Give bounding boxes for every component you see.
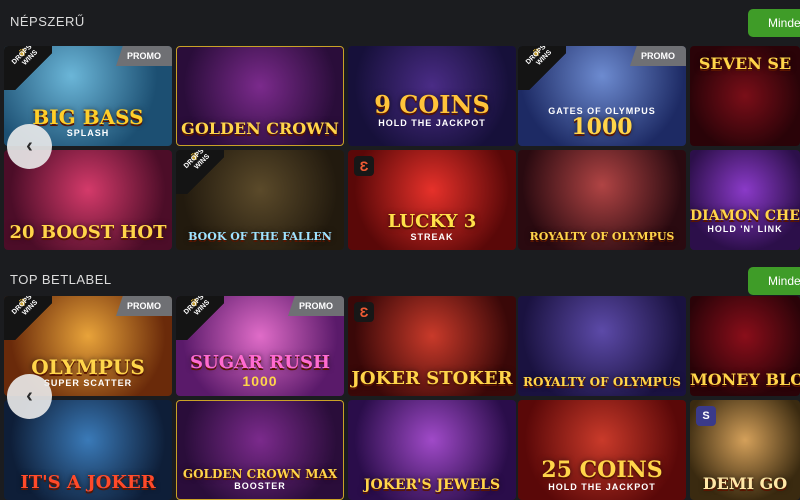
game-tile[interactable]: GOLDEN CROWN MAX BOOSTER (176, 400, 344, 500)
game-tile[interactable]: JOKER'S JEWELS (348, 400, 516, 500)
game-title-art: JOKER'S JEWELS (363, 477, 501, 493)
game-title-art: MONEY BLOXX (690, 370, 800, 389)
game-title-art: ROYALTY OF OLYMPUS (523, 375, 681, 389)
section-header-popular: NÉPSZERŰ Minden (0, 0, 800, 44)
game-tile[interactable]: GOLDEN CROWN (176, 46, 344, 146)
drops-wins-badge: ♛ DROPS & WINS (176, 296, 224, 340)
game-title-art: SEVEN SE (698, 54, 792, 73)
game-title-art: 25 COINS HOLD THE JACKPOT (541, 457, 663, 492)
game-tile[interactable]: Ɛ JOKER STOKER (348, 296, 516, 396)
game-tile[interactable]: MONEY BLOXX (690, 296, 800, 396)
promo-badge: PROMO (116, 46, 172, 66)
game-tile[interactable]: SEVEN SE (690, 46, 800, 146)
prev-arrow-icon[interactable]: ‹ (7, 374, 52, 419)
game-title-art: GOLDEN CROWN MAX BOOSTER (182, 467, 338, 491)
game-tile[interactable]: ROYALTY OF OLYMPUS (518, 150, 686, 250)
prev-arrow-icon[interactable]: ‹ (7, 124, 52, 169)
game-tile[interactable]: 25 COINS HOLD THE JACKPOT (518, 400, 686, 500)
game-tile[interactable]: S DEMI GO (690, 400, 800, 500)
drops-wins-badge: ♛ DROPS & WINS (4, 46, 52, 90)
section-title: TOP BETLABEL (10, 272, 112, 287)
game-title-art: SUGAR RUSH 1000 (190, 352, 330, 389)
game-tile[interactable]: Ɛ LUCKY 3 STREAK (348, 150, 516, 250)
section-title: NÉPSZERŰ (10, 14, 85, 29)
drops-wins-badge: ♛ DROPS & WINS (176, 150, 224, 194)
game-title-art: IT'S A JOKER (20, 472, 156, 493)
promo-badge: PROMO (630, 46, 686, 66)
game-tile[interactable]: ♛ DROPS & WINS PROMO SUGAR RUSH 1000 (176, 296, 344, 396)
promo-badge: PROMO (116, 296, 172, 316)
game-title-art: DEMI GO (702, 474, 788, 493)
game-title-art: GATES OF OLYMPUS 1000 (548, 106, 656, 140)
game-tile[interactable]: ♛ DROPS & WINS BOOK OF THE FALLEN (176, 150, 344, 250)
drops-wins-badge: ♛ DROPS & WINS (4, 296, 52, 340)
all-button[interactable]: Minden (748, 9, 800, 37)
game-title-art: 20 BOOST HOT (9, 222, 167, 243)
provider-icon: S (696, 406, 716, 426)
game-title-art: 9 COINS HOLD THE JACKPOT (374, 90, 490, 128)
provider-icon: Ɛ (354, 302, 374, 322)
game-title-art: BOOK OF THE FALLEN (188, 230, 332, 243)
game-title-art: GOLDEN CROWN (181, 119, 339, 138)
game-title-art: ROYALTY OF OLYMPUS (529, 230, 675, 243)
game-tile[interactable]: ROYALTY OF OLYMPUS (518, 296, 686, 396)
provider-icon: Ɛ (354, 156, 374, 176)
game-tile[interactable]: 9 COINS HOLD THE JACKPOT (348, 46, 516, 146)
game-tile[interactable]: ♛ DROPS & WINS PROMO GATES OF OLYMPUS 1000 (518, 46, 686, 146)
game-title-art: JOKER STOKER (351, 368, 513, 389)
game-tile[interactable]: DIAMON CHESTHOLD 'N' LINK (690, 150, 800, 250)
game-title-art: LUCKY 3 STREAK (387, 211, 477, 242)
drops-wins-badge: ♛ DROPS & WINS (518, 46, 566, 90)
all-button[interactable]: Minden (748, 267, 800, 295)
game-title-art: DIAMON CHESTHOLD 'N' LINK (690, 208, 800, 234)
promo-badge: PROMO (288, 296, 344, 316)
